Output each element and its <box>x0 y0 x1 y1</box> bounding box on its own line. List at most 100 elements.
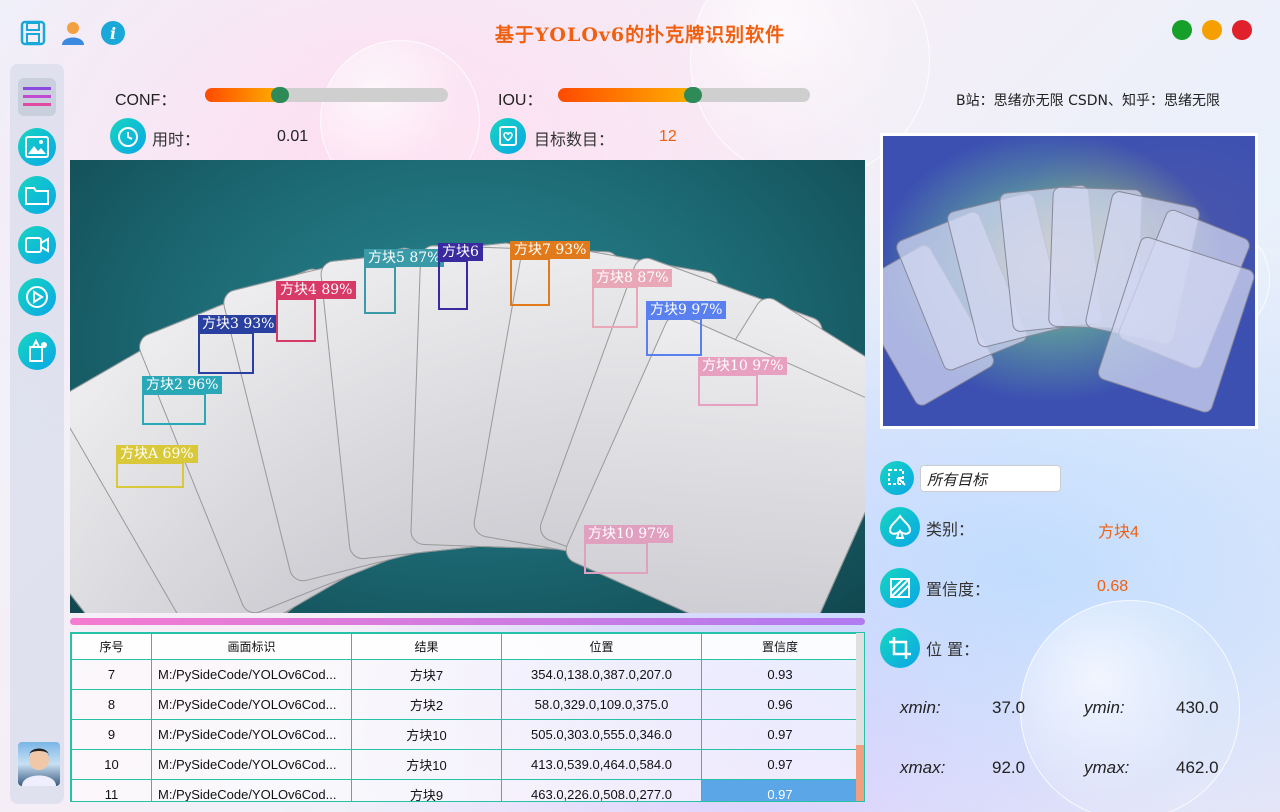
table-cell[interactable]: M:/PySideCode/YOLOv6Cod... <box>151 659 352 690</box>
table-header-row: 序号 画面标识 结果 位置 置信度 <box>71 633 859 660</box>
xmin-value: 37.0 <box>992 698 1026 717</box>
table-cell[interactable]: 354.0,138.0,387.0,207.0 <box>501 659 702 690</box>
detection-label: 方块9 97% <box>646 301 727 319</box>
target-count-value: 12 <box>659 128 677 145</box>
results-table[interactable]: 序号 画面标识 结果 位置 置信度 7 M:/PySideCode/YOLOv6C… <box>70 632 865 802</box>
conf-label: CONF： <box>115 92 177 109</box>
model-button[interactable] <box>18 332 56 370</box>
table-cell[interactable]: M:/PySideCode/YOLOv6Cod... <box>151 779 352 801</box>
table-cell[interactable]: 9 <box>71 719 152 750</box>
table-cell[interactable]: 方块9 <box>351 779 502 801</box>
scrollbar-thumb[interactable] <box>856 745 864 801</box>
chip-icon <box>29 339 47 362</box>
camera-button[interactable] <box>18 278 56 316</box>
xmin-label: xmin: <box>900 698 941 717</box>
detection-image: 方块A 69% 方块2 96% 方块3 93% 方块4 89% 方块5 87% … <box>70 160 865 613</box>
detection-label: 方块10 97% <box>584 525 674 543</box>
ymax-label: ymax: <box>1084 758 1130 777</box>
maximize-button[interactable] <box>1172 20 1192 40</box>
close-button[interactable] <box>1232 20 1252 40</box>
class-value: 方块4 <box>1098 524 1139 541</box>
table-cell[interactable]: 方块10 <box>351 719 502 750</box>
iou-slider[interactable] <box>558 87 810 103</box>
folder-icon <box>25 187 49 205</box>
time-label: 用时： <box>152 130 201 149</box>
section-divider <box>70 618 865 625</box>
app-title: 基于YOLOv6的扑克牌识别软件 <box>494 24 786 46</box>
conf-slider-fill <box>205 88 280 102</box>
menu-button[interactable] <box>18 78 56 116</box>
table-cell[interactable]: 11 <box>71 779 152 801</box>
open-image-button[interactable] <box>18 128 56 166</box>
open-video-button[interactable] <box>18 226 56 264</box>
table-cell[interactable]: 方块2 <box>351 689 502 720</box>
table-cell[interactable]: 方块7 <box>351 659 502 690</box>
table-row[interactable]: 8 M:/PySideCode/YOLOv6Cod... 方块2 58.0,329.0… <box>71 689 859 720</box>
column-header[interactable]: 序号 <box>71 633 152 660</box>
detection-box: 方块7 93% <box>510 241 591 306</box>
target-select[interactable]: 所有目标 <box>920 465 1061 492</box>
iou-slider-fill <box>558 88 693 102</box>
table-cell[interactable]: 7 <box>71 659 152 690</box>
ymax-value: 462.0 <box>1176 758 1219 777</box>
target-count-label: 目标数目： <box>534 130 615 149</box>
detection-box: 方块10 97% <box>584 525 674 574</box>
table-cell[interactable]: 0.93 <box>701 659 859 690</box>
conf-slider[interactable] <box>205 87 448 103</box>
video-icon <box>25 237 49 253</box>
detection-box: 方块10 97% <box>698 357 788 406</box>
detection-box: 方块A 69% <box>116 445 198 488</box>
table-cell[interactable]: 413.0,539.0,464.0,584.0 <box>501 749 702 780</box>
table-cell[interactable]: 方块10 <box>351 749 502 780</box>
table-scrollbar[interactable] <box>856 633 864 801</box>
table-cell[interactable]: 0.97 <box>701 719 859 750</box>
detection-label: 方块10 97% <box>698 357 788 375</box>
detection-box: 方块4 89% <box>276 281 357 342</box>
table-row[interactable]: 7 M:/PySideCode/YOLOv6Cod... 方块7 354.0,138.… <box>71 659 859 690</box>
confidence-value: 0.68 <box>1097 578 1129 595</box>
confidence-icon <box>880 568 920 608</box>
column-header[interactable]: 画面标识 <box>151 633 352 660</box>
table-cell[interactable]: 0.97 <box>701 749 859 780</box>
heatmap-image <box>880 133 1258 429</box>
confidence-label: 置信度： <box>926 580 991 599</box>
author-credit: B站：思绪亦无限 CSDN、知乎：思绪无限 <box>956 93 1220 109</box>
play-icon <box>26 286 48 308</box>
table-cell[interactable]: 10 <box>71 749 152 780</box>
table-cell[interactable]: M:/PySideCode/YOLOv6Cod... <box>151 749 352 780</box>
conf-slider-handle[interactable] <box>271 87 289 103</box>
table-cell[interactable]: 505.0,303.0,555.0,346.0 <box>501 719 702 750</box>
timer-icon <box>110 118 146 154</box>
spade-icon <box>880 507 920 547</box>
xmax-value: 92.0 <box>992 758 1026 777</box>
minimize-button[interactable] <box>1202 20 1222 40</box>
open-folder-button[interactable] <box>18 176 56 214</box>
detection-label: 方块7 93% <box>510 241 591 259</box>
detection-label: 方块8 87% <box>592 269 673 287</box>
column-header[interactable]: 结果 <box>351 633 502 660</box>
window-controls <box>1172 20 1252 40</box>
column-header[interactable]: 置信度 <box>701 633 859 660</box>
table-cell[interactable]: 0.96 <box>701 689 859 720</box>
menu-icon <box>23 87 51 106</box>
column-header[interactable]: 位置 <box>501 633 702 660</box>
detection-label: 方块2 96% <box>142 376 223 394</box>
table-cell[interactable]: 0.97 <box>701 779 859 801</box>
detection-box: 方块2 96% <box>142 376 223 425</box>
table-cell[interactable]: 58.0,329.0,109.0,375.0 <box>501 689 702 720</box>
table-cell[interactable]: M:/PySideCode/YOLOv6Cod... <box>151 719 352 750</box>
iou-slider-handle[interactable] <box>684 87 702 103</box>
position-icon <box>880 628 920 668</box>
target-count-icon <box>490 118 526 154</box>
position-label: 位 置： <box>926 640 980 659</box>
table-cell[interactable]: 463.0,226.0,508.0,277.0 <box>501 779 702 801</box>
table-row[interactable]: 11 M:/PySideCode/YOLOv6Cod... 方块9 463.0,226… <box>71 779 859 801</box>
table-cell[interactable]: 8 <box>71 689 152 720</box>
avatar[interactable] <box>18 742 60 786</box>
table-cell[interactable]: M:/PySideCode/YOLOv6Cod... <box>151 689 352 720</box>
table-row[interactable]: 10 M:/PySideCode/YOLOv6Cod... 方块10 413.0,53… <box>71 749 859 780</box>
detection-label: 方块3 93% <box>198 315 279 333</box>
table-row[interactable]: 9 M:/PySideCode/YOLOv6Cod... 方块10 505.0,303… <box>71 719 859 750</box>
ymin-label: ymin: <box>1084 698 1125 717</box>
detection-box: 方块3 93% <box>198 315 279 374</box>
